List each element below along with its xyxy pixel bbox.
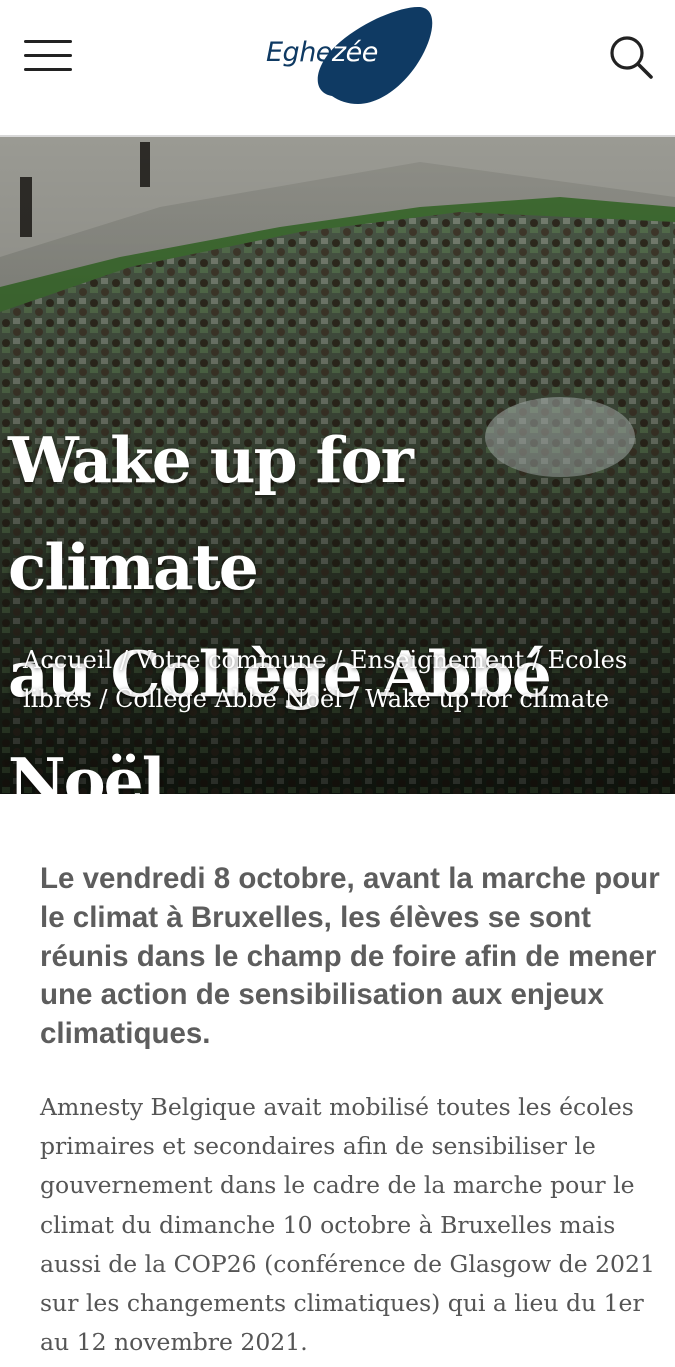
breadcrumb: Accueil / Votre commune / Enseignement /… <box>23 641 653 719</box>
hero-banner: Wake up for climate au Collège Abbé Noël… <box>0 137 675 794</box>
breadcrumb-current: Wake up for climate <box>365 685 610 713</box>
article-lead: Le vendredi 8 octobre, avant la marche p… <box>40 862 660 1051</box>
breadcrumb-separator: / <box>524 646 548 674</box>
site-header: Eghezée <box>0 0 675 137</box>
search-icon[interactable] <box>608 34 654 80</box>
breadcrumb-item-votre-commune[interactable]: Votre commune <box>136 646 327 674</box>
article-paragraph: Amnesty Belgique avait mobilisé toutes l… <box>40 1092 655 1357</box>
article-content: Le vendredi 8 octobre, avant la marche p… <box>40 860 660 1362</box>
breadcrumb-item-accueil[interactable]: Accueil <box>23 646 112 674</box>
eghezee-logo[interactable]: Eghezée <box>262 4 434 106</box>
breadcrumb-item-college-abbe-noel[interactable]: Collège Abbé Noël <box>115 685 342 713</box>
page-title: Wake up for climate au Collège Abbé Noël <box>8 407 673 794</box>
logo-wordmark: Eghezée <box>266 37 378 68</box>
hamburger-menu-icon[interactable] <box>24 38 74 74</box>
title-line-1: Wake up for climate <box>8 423 414 605</box>
breadcrumb-separator: / <box>91 685 116 713</box>
breadcrumb-separator: / <box>326 646 350 674</box>
breadcrumb-separator: / <box>341 685 366 713</box>
breadcrumb-separator: / <box>112 646 136 674</box>
breadcrumb-item-enseignement[interactable]: Enseignement <box>350 646 524 674</box>
